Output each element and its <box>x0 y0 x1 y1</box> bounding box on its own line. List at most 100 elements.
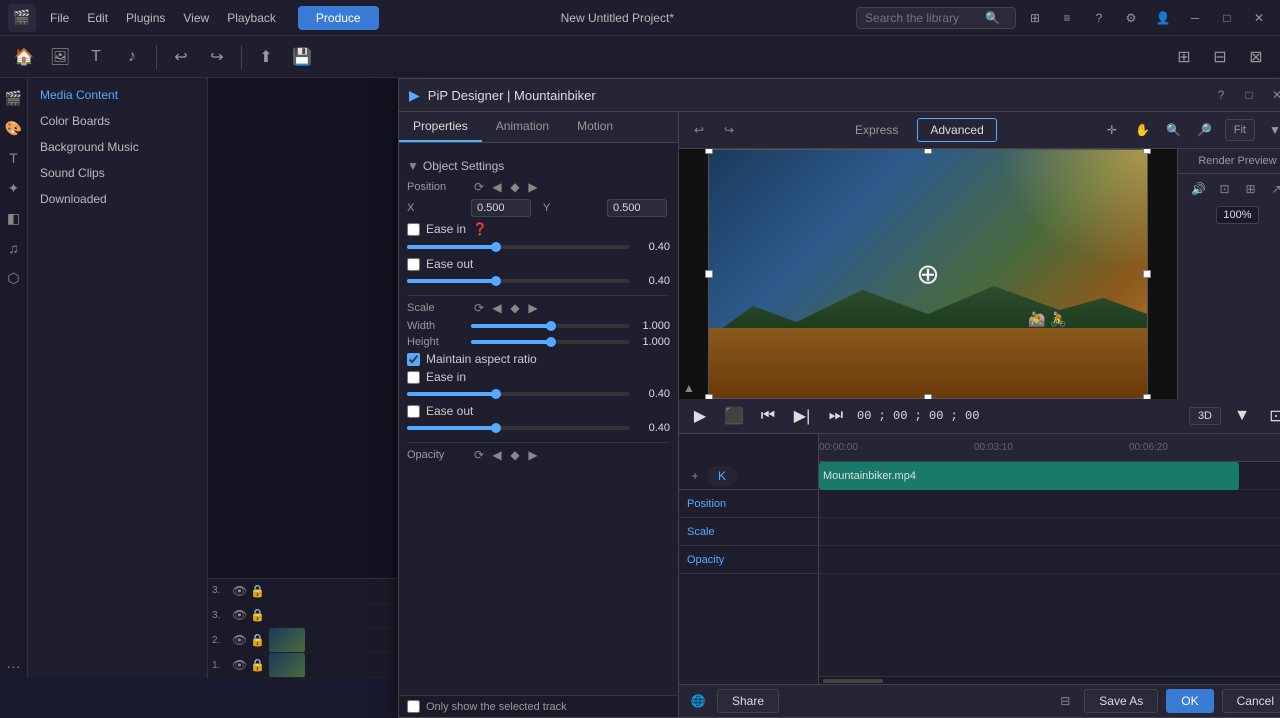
scale-ease-out-checkbox[interactable] <box>407 405 420 418</box>
icon-btn-close[interactable]: ✕ <box>1246 5 1272 31</box>
sidebar-icon-media[interactable]: 🎬 <box>2 86 26 110</box>
render-export-icon[interactable]: ↗ <box>1266 178 1280 200</box>
select-tool[interactable]: ✛ <box>1098 116 1126 144</box>
toolbar-icon-grid3[interactable]: ⊠ <box>1240 41 1272 73</box>
advanced-button[interactable]: Advanced <box>917 118 996 142</box>
play-button[interactable]: ▶ <box>687 403 713 429</box>
fit-dropdown-icon[interactable]: ▼ <box>1261 116 1280 144</box>
render-pip-icon[interactable]: ⊞ <box>1240 178 1262 200</box>
hand-tool[interactable]: ✋ <box>1129 116 1157 144</box>
eye-icon[interactable]: 👁 <box>232 584 247 598</box>
opacity-reset-icon[interactable]: ⟳ <box>471 447 487 463</box>
icon-btn-grid[interactable]: ⊞ <box>1022 5 1048 31</box>
ease-in-help-icon[interactable]: ❓ <box>472 221 488 237</box>
toolbar-icon-grid1[interactable]: ⊞ <box>1168 41 1200 73</box>
icon-btn-maximize[interactable]: □ <box>1214 5 1240 31</box>
toolbar-icon-export[interactable]: ⬆ <box>250 41 282 73</box>
resize-handle-bottomcenter[interactable] <box>924 394 932 399</box>
sidebar-icon-audio[interactable]: ♫ <box>2 236 26 260</box>
sidebar-icon-sticker[interactable]: ⬡ <box>2 266 26 290</box>
3d-mode-button[interactable]: 3D <box>1189 407 1221 425</box>
search-input[interactable] <box>865 11 985 25</box>
lock-icon3[interactable]: 🔒 <box>250 633 265 647</box>
stop-button[interactable]: ⬛ <box>721 403 747 429</box>
menu-view[interactable]: View <box>175 7 217 29</box>
menu-plugins[interactable]: Plugins <box>118 7 173 29</box>
y-input[interactable] <box>607 199 667 217</box>
toolbar-icon-home[interactable]: 🏠 <box>8 41 40 73</box>
icon-btn-list[interactable]: ≡ <box>1054 5 1080 31</box>
cancel-button[interactable]: Cancel <box>1222 689 1280 713</box>
add-keyframe-icon[interactable]: + <box>687 468 703 484</box>
panel-item-media[interactable]: Media Content <box>28 82 207 108</box>
object-settings-header[interactable]: ▼ Object Settings <box>407 159 670 173</box>
resize-handle-topleft[interactable] <box>705 149 713 154</box>
maintain-ar-checkbox[interactable] <box>407 353 420 366</box>
ok-button[interactable]: OK <box>1166 689 1213 713</box>
sidebar-icon-more[interactable]: ··· <box>2 654 26 678</box>
sidebar-icon-text[interactable]: T <box>2 146 26 170</box>
keyframe-indicator[interactable]: K <box>707 466 737 486</box>
mode-dropdown-icon[interactable]: ▼ <box>1229 403 1255 429</box>
lock-icon[interactable]: 🔒 <box>250 584 265 598</box>
eye-icon2[interactable]: 👁 <box>232 608 247 622</box>
fit-button[interactable]: Fit <box>1225 119 1255 141</box>
eye-icon4[interactable]: 👁 <box>232 658 247 672</box>
sidebar-icon-transition[interactable]: ◧ <box>2 206 26 230</box>
render-full-icon[interactable]: ⊡ <box>1214 178 1236 200</box>
ease-in-slider[interactable] <box>407 243 630 251</box>
scale-diamond-icon[interactable]: ◆ <box>507 300 523 316</box>
resize-handle-midleft[interactable] <box>705 270 713 278</box>
share-button[interactable]: Share <box>717 689 779 713</box>
scale-ease-in-slider[interactable] <box>407 390 630 398</box>
position-reset-icon[interactable]: ⟳ <box>471 179 487 195</box>
scrollbar-thumb[interactable] <box>823 679 883 683</box>
panel-item-downloaded[interactable]: Downloaded <box>28 186 207 212</box>
lock-icon2[interactable]: 🔒 <box>250 608 265 622</box>
scale-ease-out-slider[interactable] <box>407 424 630 432</box>
sidebar-icon-color[interactable]: 🎨 <box>2 116 26 140</box>
toolbar-icon-audio[interactable]: ♪ <box>116 41 148 73</box>
scale-left-icon[interactable]: ◀ <box>489 300 505 316</box>
track-label-scale[interactable]: Scale <box>679 518 818 546</box>
redo-button[interactable]: ↪ <box>717 118 741 142</box>
zoom-out-tool[interactable]: 🔍 <box>1160 116 1188 144</box>
icon-btn-settings[interactable]: ⚙ <box>1118 5 1144 31</box>
produce-button[interactable]: Produce <box>298 6 379 30</box>
icon-btn-help[interactable]: ? <box>1086 5 1112 31</box>
resize-handle-bottomright[interactable] <box>1143 394 1151 399</box>
position-right-icon[interactable]: ▶ <box>525 179 541 195</box>
ease-out-checkbox[interactable] <box>407 258 420 271</box>
pip-maximize-button[interactable]: □ <box>1239 85 1259 105</box>
scale-reset-icon[interactable]: ⟳ <box>471 300 487 316</box>
express-button[interactable]: Express <box>842 118 911 142</box>
resize-handle-topright[interactable] <box>1143 149 1151 154</box>
toolbar-icon-save[interactable]: 💾 <box>286 41 318 73</box>
resize-handle-bottomleft[interactable] <box>705 394 713 399</box>
undo-button[interactable]: ↩ <box>687 118 711 142</box>
x-input[interactable] <box>471 199 531 217</box>
panel-item-bgmusic[interactable]: Background Music <box>28 134 207 160</box>
panel-item-sound[interactable]: Sound Clips <box>28 160 207 186</box>
save-as-button[interactable]: Save As <box>1084 689 1158 713</box>
ease-out-slider[interactable] <box>407 277 630 285</box>
position-diamond-icon[interactable]: ◆ <box>507 179 523 195</box>
position-left-icon[interactable]: ◀ <box>489 179 505 195</box>
toolbar-icon-grid2[interactable]: ⊟ <box>1204 41 1236 73</box>
lock-icon4[interactable]: 🔒 <box>250 658 265 672</box>
timeline-scrollbar[interactable] <box>819 676 1280 684</box>
pip-close-button[interactable]: ✕ <box>1267 85 1280 105</box>
toolbar-icon-text[interactable]: T <box>80 41 112 73</box>
compare-icon[interactable]: ⊟ <box>1054 690 1076 712</box>
fast-forward-button[interactable]: ⏭ <box>823 403 849 429</box>
height-slider[interactable] <box>471 338 630 346</box>
tab-animation[interactable]: Animation <box>482 112 563 142</box>
resize-handle-midright[interactable] <box>1143 270 1151 278</box>
opacity-left-icon[interactable]: ◀ <box>489 447 505 463</box>
sidebar-icon-effect[interactable]: ✦ <box>2 176 26 200</box>
ease-in-checkbox[interactable] <box>407 223 420 236</box>
toolbar-icon-redo[interactable]: ↪ <box>201 41 233 73</box>
eye-icon3[interactable]: 👁 <box>232 633 247 647</box>
resize-handle-topcenter[interactable] <box>924 149 932 154</box>
preview-collapse-button[interactable]: ▲ <box>683 381 695 395</box>
